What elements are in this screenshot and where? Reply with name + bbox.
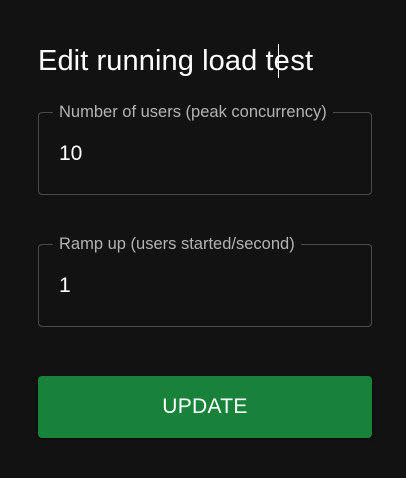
users-input[interactable] <box>59 137 349 171</box>
ramp-up-field[interactable]: Ramp up (users started/second) <box>38 233 372 327</box>
ramp-up-input[interactable] <box>59 269 349 303</box>
users-field[interactable]: Number of users (peak concurrency) <box>38 101 372 195</box>
edit-load-test-dialog: Edit running load test Number of users (… <box>0 0 406 478</box>
update-button[interactable]: UPDATE <box>38 376 372 438</box>
dialog-title-part1: Edit running load te <box>38 45 290 77</box>
text-cursor-icon <box>277 44 280 78</box>
ramp-up-field-label: Ramp up (users started/second) <box>53 233 301 255</box>
dialog-title: Edit running load test <box>38 44 313 78</box>
dialog-title-part2: st <box>290 45 314 77</box>
users-field-label: Number of users (peak concurrency) <box>53 101 333 123</box>
